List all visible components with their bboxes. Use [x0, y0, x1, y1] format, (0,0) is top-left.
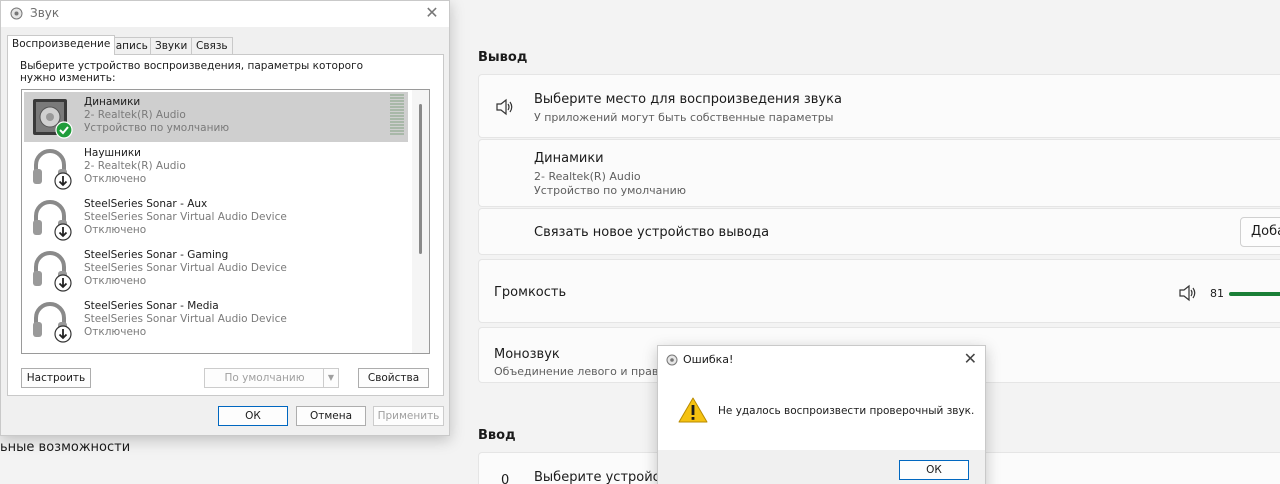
- pair-output-card: Связать новое устройство вывода Доба: [478, 208, 1280, 255]
- error-dialog-footer: ОК: [658, 450, 985, 484]
- device-driver: 2- Realtek(R) Audio: [84, 109, 186, 121]
- properties-button[interactable]: Свойства: [358, 368, 429, 388]
- output-device-driver: 2- Realtek(R) Audio: [534, 170, 641, 183]
- device-name: Наушники: [84, 147, 142, 159]
- output-section-title: Вывод: [478, 50, 528, 65]
- error-dialog: Ошибка! ✕ Не удалось воспроизвести прове…: [657, 345, 986, 484]
- device-name: SteelSeries Sonar - Aux: [84, 198, 208, 210]
- device-state: Отключено: [84, 173, 147, 185]
- ok-button[interactable]: ОК: [218, 406, 288, 426]
- device-driver: SteelSeries Sonar Virtual Audio Device: [84, 313, 287, 325]
- sound-app-icon: [666, 354, 678, 366]
- chevron-down-icon[interactable]: ▼: [323, 369, 338, 387]
- volume-value: 81: [1210, 287, 1224, 300]
- device-state: Отключено: [84, 224, 147, 236]
- headphones-icon: [33, 251, 72, 292]
- list-item-partial: [24, 347, 408, 354]
- playback-panel: Выберите устройство воспроизведения, пар…: [7, 54, 444, 396]
- input-section-title: Ввод: [478, 428, 516, 443]
- volume-speaker-icon[interactable]: [1178, 284, 1198, 302]
- speaker-icon: [33, 99, 73, 139]
- device-name: SteelSeries Sonar - Gaming: [84, 249, 229, 261]
- sound-dialog-title: Звук: [30, 6, 60, 20]
- mono-audio-title: Монозвук: [494, 347, 560, 362]
- device-state: Устройство по умолчанию: [84, 122, 230, 134]
- configure-button[interactable]: Настроить: [21, 368, 91, 388]
- list-item[interactable]: SteelSeries Sonar - Gaming SteelSeries S…: [24, 245, 408, 295]
- volume-slider[interactable]: [1229, 292, 1280, 296]
- output-device-card[interactable]: Динамики 2- Realtek(R) Audio Устройство …: [478, 139, 1280, 207]
- sound-dialog-titlebar: Звук ✕: [1, 1, 449, 27]
- output-device-state: Устройство по умолчанию: [534, 184, 687, 197]
- speaker-icon: [496, 98, 513, 116]
- playback-device-list: Динамики 2- Realtek(R) Audio Устройство …: [21, 89, 430, 354]
- set-default-button[interactable]: По умолчанию ▼: [204, 368, 339, 388]
- microphone-icon: 0: [501, 473, 510, 484]
- headphones-icon: [30, 351, 74, 354]
- headphones-icon: [33, 302, 72, 343]
- set-default-label: По умолчанию: [224, 372, 305, 384]
- tab-communications[interactable]: Связь: [191, 37, 233, 55]
- tab-playback[interactable]: Воспроизведение: [7, 35, 116, 55]
- list-item[interactable]: Наушники 2- Realtek(R) Audio Отключено: [24, 143, 408, 193]
- close-icon[interactable]: ✕: [964, 349, 977, 368]
- choose-input-title: Выберите устройств: [534, 470, 676, 484]
- choose-output-card[interactable]: Выберите место для воспроизведения звука…: [478, 74, 1280, 138]
- error-ok-button[interactable]: ОК: [899, 460, 969, 480]
- device-state: Отключено: [84, 326, 147, 338]
- playback-instruction: Выберите устройство воспроизведения, пар…: [20, 60, 364, 84]
- headphones-icon: [33, 200, 72, 241]
- level-meter: [390, 94, 404, 135]
- device-state: Отключено: [84, 275, 147, 287]
- headphones-icon: [33, 149, 72, 190]
- choose-output-title: Выберите место для воспроизведения звука: [534, 92, 842, 107]
- list-item[interactable]: SteelSeries Sonar - Aux SteelSeries Sona…: [24, 194, 408, 244]
- device-driver: SteelSeries Sonar Virtual Audio Device: [84, 211, 287, 223]
- output-device-name: Динамики: [534, 151, 604, 166]
- list-item[interactable]: Динамики 2- Realtek(R) Audio Устройство …: [24, 92, 408, 142]
- add-device-button[interactable]: Доба: [1240, 217, 1280, 247]
- sound-app-icon: [10, 7, 23, 20]
- device-driver: SteelSeries Sonar Virtual Audio Device: [84, 262, 287, 274]
- warning-icon: [678, 397, 708, 423]
- cancel-button[interactable]: Отмена: [296, 406, 366, 426]
- device-list-scrollbar[interactable]: [412, 90, 429, 353]
- device-name: Динамики: [84, 96, 141, 108]
- close-icon[interactable]: ✕: [421, 3, 443, 23]
- list-item[interactable]: SteelSeries Sonar - Media SteelSeries So…: [24, 296, 408, 346]
- default-check-badge: [55, 121, 73, 139]
- tab-sounds[interactable]: Звуки: [150, 37, 193, 55]
- volume-card: Громкость 81: [478, 259, 1280, 323]
- device-name: SteelSeries Sonar - Media: [84, 300, 219, 312]
- scrollbar-thumb[interactable]: [419, 104, 422, 254]
- error-dialog-title: Ошибка!: [683, 353, 734, 366]
- sidebar-accessibility-fragment[interactable]: ьные возможности: [0, 440, 130, 455]
- mono-audio-subtitle: Объединение левого и правого: [494, 365, 678, 378]
- error-message: Не удалось воспроизвести проверочный зву…: [718, 405, 975, 417]
- volume-label: Громкость: [494, 285, 567, 300]
- sound-dialog: Звук ✕ Воспроизведение Запись Звуки Связ…: [0, 0, 450, 436]
- pair-output-label: Связать новое устройство вывода: [534, 225, 770, 240]
- apply-button[interactable]: Применить: [373, 406, 444, 426]
- device-driver: 2- Realtek(R) Audio: [84, 160, 186, 172]
- choose-output-subtitle: У приложений могут быть собственные пара…: [534, 111, 834, 124]
